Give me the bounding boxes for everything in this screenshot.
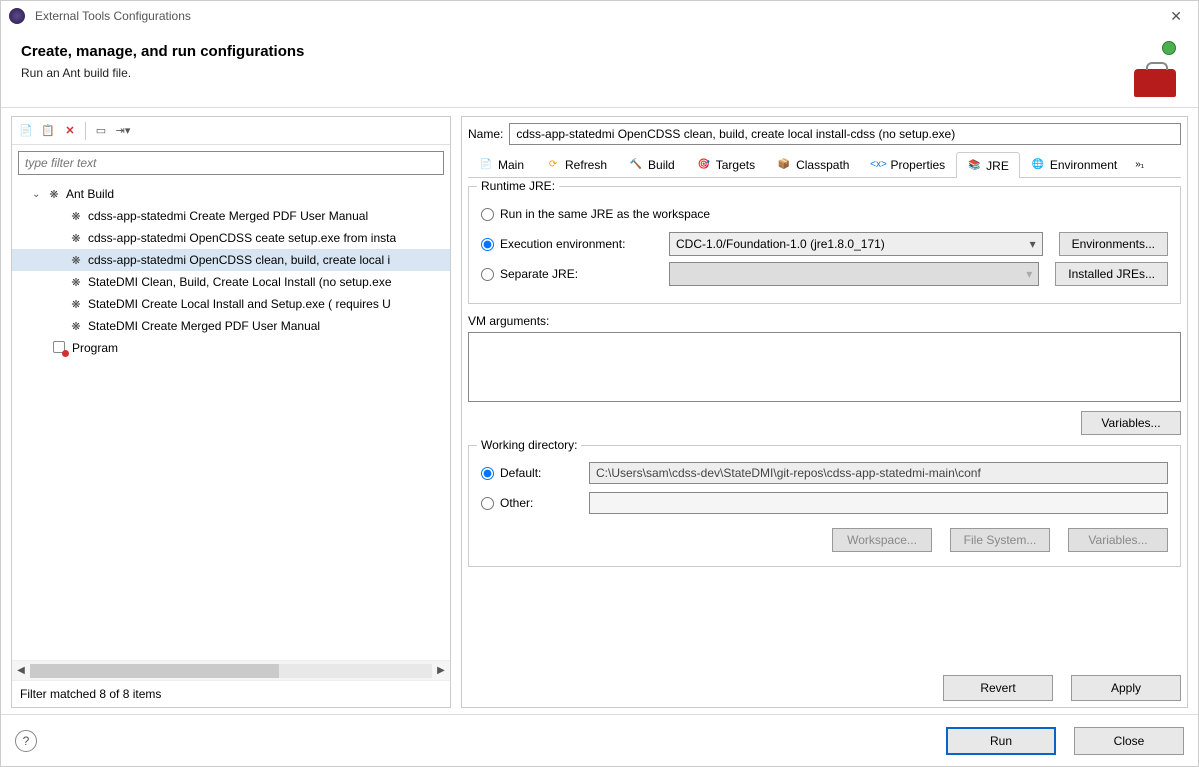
wd-default-input bbox=[589, 462, 1168, 484]
wd-other-input bbox=[589, 492, 1168, 514]
tab-properties[interactable]: <x>Properties bbox=[860, 151, 956, 177]
name-input[interactable] bbox=[509, 123, 1181, 145]
right-panel: Name: 📄Main ⟳Refresh 🔨Build 🎯Targets 📦Cl… bbox=[461, 116, 1188, 708]
main-icon: 📄 bbox=[479, 158, 493, 172]
apply-button[interactable]: Apply bbox=[1071, 675, 1181, 701]
radio-same-jre[interactable]: Run in the same JRE as the workspace bbox=[481, 207, 710, 221]
window: External Tools Configurations ✕ Create, … bbox=[0, 0, 1199, 767]
copy-config-icon[interactable]: 📋 bbox=[38, 121, 58, 141]
filter-input[interactable] bbox=[18, 151, 444, 175]
exec-env-select[interactable]: CDC-1.0/Foundation-1.0 (jre1.8.0_171)▾ bbox=[669, 232, 1043, 256]
tab-build[interactable]: 🔨Build bbox=[618, 151, 686, 177]
tree-item[interactable]: cdss-app-statedmi OpenCDSS ceate setup.e… bbox=[12, 227, 450, 249]
tree-root-program[interactable]: Program bbox=[12, 337, 450, 359]
filter-icon[interactable]: ⇥▾ bbox=[113, 121, 133, 141]
build-icon: 🔨 bbox=[629, 158, 643, 172]
footer: ? Run Close bbox=[1, 714, 1198, 766]
vm-variables-button[interactable]: Variables... bbox=[1081, 411, 1181, 435]
tab-jre[interactable]: 📚JRE bbox=[956, 152, 1020, 178]
filesystem-button[interactable]: File System... bbox=[950, 528, 1050, 552]
tab-targets[interactable]: 🎯Targets bbox=[686, 151, 766, 177]
ant-icon bbox=[46, 186, 62, 202]
installed-jres-button[interactable]: Installed JREs... bbox=[1055, 262, 1168, 286]
vm-args-input[interactable] bbox=[468, 332, 1181, 402]
classpath-icon: 📦 bbox=[777, 158, 791, 172]
workspace-button[interactable]: Workspace... bbox=[832, 528, 932, 552]
refresh-icon: ⟳ bbox=[546, 158, 560, 172]
tab-overflow[interactable]: »₁ bbox=[1128, 151, 1151, 177]
environments-button[interactable]: Environments... bbox=[1059, 232, 1168, 256]
tab-environment[interactable]: 🌐Environment bbox=[1020, 151, 1128, 177]
tree-item[interactable]: StateDMI Clean, Build, Create Local Inst… bbox=[12, 271, 450, 293]
collapse-icon[interactable]: ▭ bbox=[91, 121, 111, 141]
environment-icon: 🌐 bbox=[1031, 158, 1045, 172]
ant-icon bbox=[68, 230, 84, 246]
working-dir-group: Working directory: Default: Other: Works… bbox=[468, 445, 1181, 567]
ant-icon bbox=[68, 296, 84, 312]
window-title: External Tools Configurations bbox=[35, 9, 1162, 23]
radio-separate-jre[interactable]: Separate JRE: bbox=[481, 267, 661, 281]
help-icon[interactable]: ? bbox=[15, 730, 37, 752]
revert-button[interactable]: Revert bbox=[943, 675, 1053, 701]
tree-item[interactable]: cdss-app-statedmi Create Merged PDF User… bbox=[12, 205, 450, 227]
working-dir-title: Working directory: bbox=[477, 438, 581, 452]
radio-wd-other[interactable]: Other: bbox=[481, 496, 581, 510]
h-scrollbar[interactable]: ◀ ▶ bbox=[12, 660, 450, 680]
header: Create, manage, and run configurations R… bbox=[1, 31, 1198, 108]
targets-icon: 🎯 bbox=[697, 158, 711, 172]
page-title: Create, manage, and run configurations bbox=[21, 43, 1112, 60]
program-icon bbox=[52, 340, 68, 356]
tabs: 📄Main ⟳Refresh 🔨Build 🎯Targets 📦Classpat… bbox=[468, 151, 1181, 178]
left-toolbar: 📄 📋 ✕ ▭ ⇥▾ bbox=[12, 117, 450, 145]
ant-icon bbox=[68, 252, 84, 268]
config-tree[interactable]: ⌄ Ant Build cdss-app-statedmi Create Mer… bbox=[12, 181, 450, 660]
wd-variables-button[interactable]: Variables... bbox=[1068, 528, 1168, 552]
left-panel: 📄 📋 ✕ ▭ ⇥▾ ⌄ Ant Build cdss-app-statedmi… bbox=[11, 116, 451, 708]
radio-wd-default[interactable]: Default: bbox=[481, 466, 581, 480]
jre-icon: 📚 bbox=[967, 159, 981, 173]
scroll-right-icon[interactable]: ▶ bbox=[432, 662, 450, 680]
tab-main[interactable]: 📄Main bbox=[468, 151, 535, 177]
ant-icon bbox=[68, 318, 84, 334]
radio-exec-env[interactable]: Execution environment: bbox=[481, 237, 661, 251]
runtime-jre-title: Runtime JRE: bbox=[477, 179, 559, 193]
ant-icon bbox=[68, 208, 84, 224]
page-subtitle: Run an Ant build file. bbox=[21, 66, 1112, 80]
vm-args-label: VM arguments: bbox=[468, 314, 1181, 328]
separate-jre-select: ▾ bbox=[669, 262, 1039, 286]
runtime-jre-group: Runtime JRE: Run in the same JRE as the … bbox=[468, 186, 1181, 304]
eclipse-icon bbox=[9, 8, 25, 24]
ant-icon bbox=[68, 274, 84, 290]
close-button[interactable]: Close bbox=[1074, 727, 1184, 755]
tree-root-ant[interactable]: ⌄ Ant Build bbox=[12, 183, 450, 205]
properties-icon: <x> bbox=[871, 158, 885, 172]
titlebar: External Tools Configurations ✕ bbox=[1, 1, 1198, 31]
tab-classpath[interactable]: 📦Classpath bbox=[766, 151, 860, 177]
new-config-icon[interactable]: 📄 bbox=[16, 121, 36, 141]
toolbox-icon bbox=[1122, 43, 1178, 99]
tab-refresh[interactable]: ⟳Refresh bbox=[535, 151, 618, 177]
scroll-left-icon[interactable]: ◀ bbox=[12, 662, 30, 680]
delete-config-icon[interactable]: ✕ bbox=[60, 121, 80, 141]
filter-status: Filter matched 8 of 8 items bbox=[12, 680, 450, 707]
tree-item[interactable]: cdss-app-statedmi OpenCDSS clean, build,… bbox=[12, 249, 450, 271]
close-icon[interactable]: ✕ bbox=[1162, 4, 1190, 29]
tree-item[interactable]: StateDMI Create Local Install and Setup.… bbox=[12, 293, 450, 315]
run-button[interactable]: Run bbox=[946, 727, 1056, 755]
name-label: Name: bbox=[468, 127, 503, 141]
tree-item[interactable]: StateDMI Create Merged PDF User Manual bbox=[12, 315, 450, 337]
